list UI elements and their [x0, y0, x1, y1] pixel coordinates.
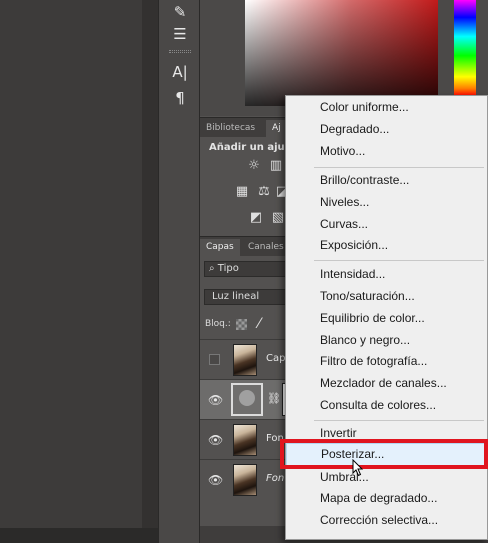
layer-thumbnail: [233, 464, 257, 496]
paragraph-icon[interactable]: ¶: [168, 88, 192, 108]
hue-sat-icon[interactable]: ▦: [234, 185, 250, 199]
workspace-scroll-edge: [142, 0, 158, 543]
menu-separator: [314, 167, 484, 168]
tab-bibliotecas[interactable]: Bibliotecas: [200, 120, 261, 137]
brush-tool-icon[interactable]: ✎: [168, 2, 192, 22]
layer-filter-input[interactable]: ⌕ Tipo: [204, 261, 294, 277]
eye-icon[interactable]: 👁: [208, 433, 223, 447]
menu-item-tono-saturacion[interactable]: Tono/saturación...: [286, 286, 487, 307]
sliders-tool-icon[interactable]: ☰: [168, 24, 192, 44]
visibility-toggle[interactable]: [209, 354, 220, 365]
menu-item-degradado[interactable]: Degradado...: [286, 119, 487, 140]
new-adjustment-layer-menu: Color uniforme... Degradado... Motivo...…: [285, 95, 488, 540]
menu-item-curvas[interactable]: Curvas...: [286, 214, 487, 235]
menu-item-filtro-fotografia[interactable]: Filtro de fotografía...: [286, 351, 487, 372]
eye-icon[interactable]: 👁: [208, 473, 223, 487]
lock-pixels-icon[interactable]: ⁄: [258, 316, 260, 332]
adjustments-title: Añadir un ajust: [209, 142, 296, 153]
menu-item-posterizar[interactable]: Posterizar...: [286, 443, 487, 466]
balance-icon[interactable]: ⚖: [256, 185, 272, 199]
hue-slider[interactable]: [454, 0, 476, 96]
menu-item-mezclador-canales[interactable]: Mezclador de canales...: [286, 373, 487, 394]
menu-item-equilibrio-color[interactable]: Equilibrio de color...: [286, 308, 487, 329]
canvas-workspace[interactable]: [0, 0, 142, 543]
link-chain-icon[interactable]: ⛓: [267, 392, 281, 405]
menu-item-mapa-degradado[interactable]: Mapa de degradado...: [286, 488, 487, 509]
menu-item-motivo[interactable]: Motivo...: [286, 141, 487, 162]
lock-transparency-icon[interactable]: [236, 319, 247, 330]
brightness-icon[interactable]: ☼: [246, 159, 262, 173]
layer-name[interactable]: Fon: [266, 473, 284, 484]
menu-item-color-uniforme[interactable]: Color uniforme...: [286, 97, 487, 118]
tab-capas[interactable]: Capas: [200, 239, 240, 256]
menu-item-exposicion[interactable]: Exposición...: [286, 235, 487, 256]
menu-item-umbral[interactable]: Umbral...: [286, 467, 487, 488]
lock-label: Bloq.:: [205, 319, 231, 329]
adjustment-thumbnail[interactable]: [231, 383, 263, 416]
layer-thumbnail: [233, 424, 257, 456]
mouse-cursor-icon: [352, 459, 364, 477]
menu-item-niveles[interactable]: Niveles...: [286, 192, 487, 213]
eye-icon[interactable]: 👁: [208, 393, 223, 407]
panel-tool-strip: ✎ ☰ A| ¶: [158, 0, 200, 543]
menu-item-correccion-selectiva[interactable]: Corrección selectiva...: [286, 510, 487, 531]
posterize-icon[interactable]: ▧: [270, 211, 286, 225]
menu-item-blanco-negro[interactable]: Blanco y negro...: [286, 330, 487, 351]
menu-separator: [314, 420, 484, 421]
tab-ajustes[interactable]: Aj: [266, 120, 287, 137]
invert-icon[interactable]: ◩: [248, 211, 264, 225]
strip-grip-handle[interactable]: [169, 50, 191, 53]
menu-item-intensidad[interactable]: Intensidad...: [286, 264, 487, 285]
blend-mode-select[interactable]: Luz lineal: [204, 289, 294, 305]
menu-separator: [314, 260, 484, 261]
menu-item-invertir[interactable]: Invertir: [286, 423, 487, 444]
menu-item-brillo-contraste[interactable]: Brillo/contraste...: [286, 170, 487, 191]
levels-icon[interactable]: ▥: [268, 159, 284, 173]
tab-canales[interactable]: Canales: [242, 239, 290, 256]
layer-name[interactable]: Fon: [266, 433, 284, 444]
menu-item-consulta-colores[interactable]: Consulta de colores...: [286, 395, 487, 416]
color-picker-field[interactable]: [245, 0, 438, 106]
layer-filter-value: Tipo: [217, 263, 239, 274]
character-icon[interactable]: A|: [168, 62, 192, 82]
layer-thumbnail: [233, 344, 257, 376]
